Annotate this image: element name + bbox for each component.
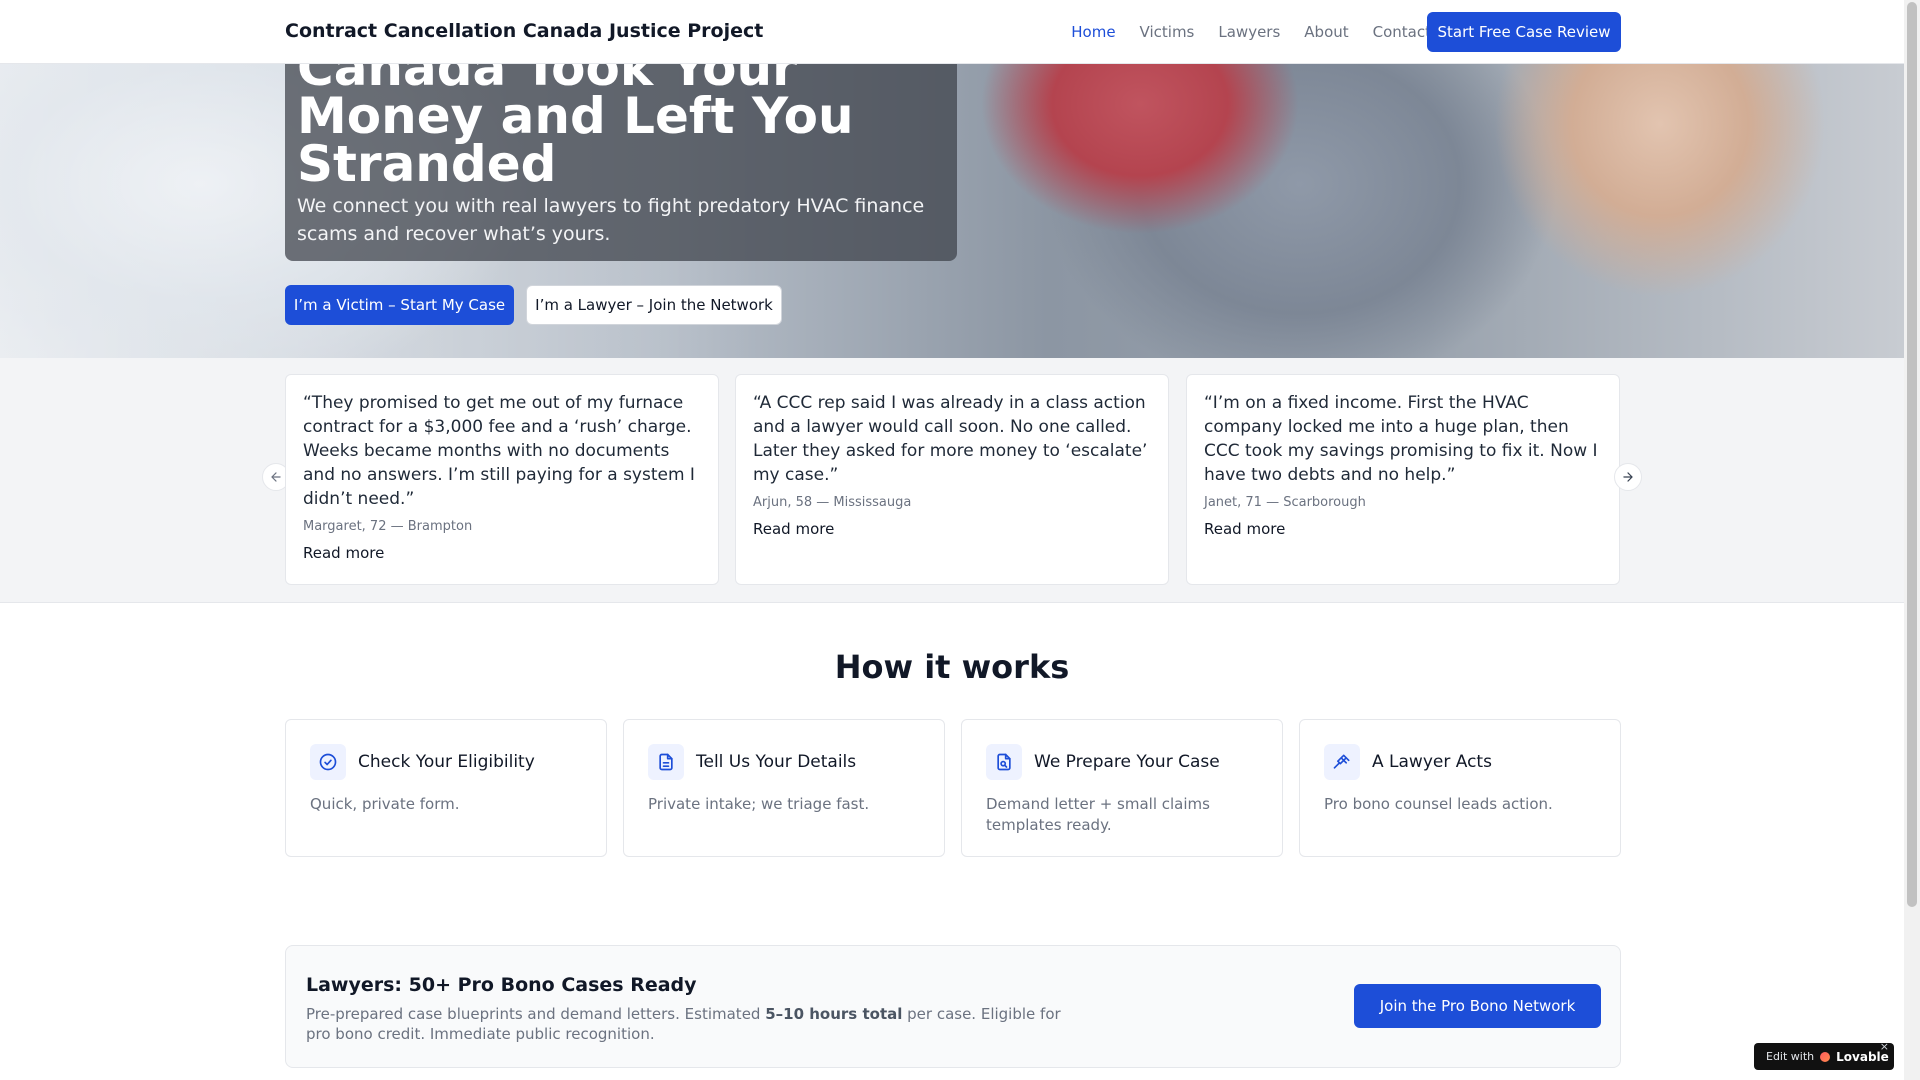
nav-contact[interactable]: Contact bbox=[1373, 23, 1431, 41]
step-description: Quick, private form. bbox=[310, 795, 460, 813]
read-more-link[interactable]: Read more bbox=[753, 520, 1151, 538]
lawyers-description: Pre-prepared case blueprints and demand … bbox=[306, 1005, 1061, 1043]
step-description: Private intake; we triage fast. bbox=[648, 795, 870, 813]
page-scrollbar[interactable] bbox=[1904, 0, 1920, 1080]
document-icon bbox=[648, 744, 684, 780]
scrollbar-thumb[interactable] bbox=[1907, 2, 1917, 907]
join-pro-bono-button[interactable]: Join the Pro Bono Network bbox=[1354, 984, 1601, 1028]
step-card-prepare: We Prepare Your Case Demand letter + sma… bbox=[961, 719, 1283, 857]
nav-lawyers[interactable]: Lawyers bbox=[1218, 23, 1280, 41]
check-circle-icon bbox=[310, 744, 346, 780]
read-more-link[interactable]: Read more bbox=[303, 544, 701, 562]
hero-section: Canada Took Your Money and Left You Stra… bbox=[0, 64, 1904, 358]
step-title: Check Your Eligibility bbox=[358, 752, 535, 772]
badge-edit-text: Edit with bbox=[1766, 1050, 1815, 1063]
gavel-icon bbox=[1324, 744, 1360, 780]
testimonial-quote: “A CCC rep said I was already in a class… bbox=[753, 393, 1148, 485]
hours-estimate: 5–10 hours total bbox=[765, 1005, 903, 1023]
testimonial-card: “A CCC rep said I was already in a class… bbox=[735, 374, 1169, 585]
carousel-next-icon[interactable] bbox=[1614, 463, 1642, 491]
hero-title: Canada Took Your Money and Left You Stra… bbox=[297, 64, 854, 193]
read-more-link[interactable]: Read more bbox=[1204, 520, 1602, 538]
step-description: Pro bono counsel leads action. bbox=[1324, 795, 1553, 813]
nav-victims[interactable]: Victims bbox=[1140, 23, 1195, 41]
victim-start-case-button[interactable]: I’m a Victim – Start My Case bbox=[285, 285, 514, 325]
hero-subtitle: We connect you with real lawyers to figh… bbox=[297, 195, 925, 245]
step-description: Demand letter + small claims templates r… bbox=[986, 795, 1210, 834]
step-card-lawyer: A Lawyer Acts Pro bono counsel leads act… bbox=[1299, 719, 1621, 857]
testimonial-card: “They promised to get me out of my furna… bbox=[285, 374, 719, 585]
step-title: Tell Us Your Details bbox=[696, 752, 857, 772]
step-card-eligibility: Check Your Eligibility Quick, private fo… bbox=[285, 719, 607, 857]
testimonials-carousel: “They promised to get me out of my furna… bbox=[0, 358, 1904, 603]
nav-home[interactable]: Home bbox=[1071, 23, 1115, 41]
nav-about[interactable]: About bbox=[1304, 23, 1348, 41]
lawyer-join-network-button[interactable]: I’m a Lawyer – Join the Network bbox=[526, 285, 782, 325]
testimonial-card: “I’m on a fixed income. First the HVAC c… bbox=[1186, 374, 1620, 585]
testimonial-author: Janet, 71 — Scarborough bbox=[1204, 495, 1366, 510]
testimonial-author: Arjun, 58 — Mississauga bbox=[753, 495, 912, 510]
testimonial-author: Margaret, 72 — Brampton bbox=[303, 519, 473, 534]
site-brand[interactable]: Contract Cancellation Canada Justice Pro… bbox=[285, 20, 763, 42]
file-search-icon bbox=[986, 744, 1022, 780]
site-header: Contract Cancellation Canada Justice Pro… bbox=[0, 0, 1904, 64]
step-title: We Prepare Your Case bbox=[1034, 752, 1220, 772]
start-case-review-button[interactable]: Start Free Case Review bbox=[1427, 12, 1621, 52]
lawyers-pro-bono-section: Lawyers: 50+ Pro Bono Cases Ready Pre-pr… bbox=[285, 945, 1621, 1068]
how-it-works-title: How it works bbox=[834, 648, 1070, 686]
lawyers-title: Lawyers: 50+ Pro Bono Cases Ready bbox=[306, 974, 697, 996]
testimonial-quote: “I’m on a fixed income. First the HVAC c… bbox=[1204, 393, 1598, 485]
close-icon[interactable]: × bbox=[1880, 1040, 1889, 1053]
main-nav: Home Victims Lawyers About Contact bbox=[1071, 0, 1431, 64]
step-title: A Lawyer Acts bbox=[1372, 752, 1492, 772]
step-card-details: Tell Us Your Details Private intake; we … bbox=[623, 719, 945, 857]
lovable-logo-icon bbox=[1820, 1051, 1831, 1062]
testimonial-quote: “They promised to get me out of my furna… bbox=[303, 393, 695, 509]
lovable-badge[interactable]: Edit with Lovable × bbox=[1754, 1040, 1894, 1070]
